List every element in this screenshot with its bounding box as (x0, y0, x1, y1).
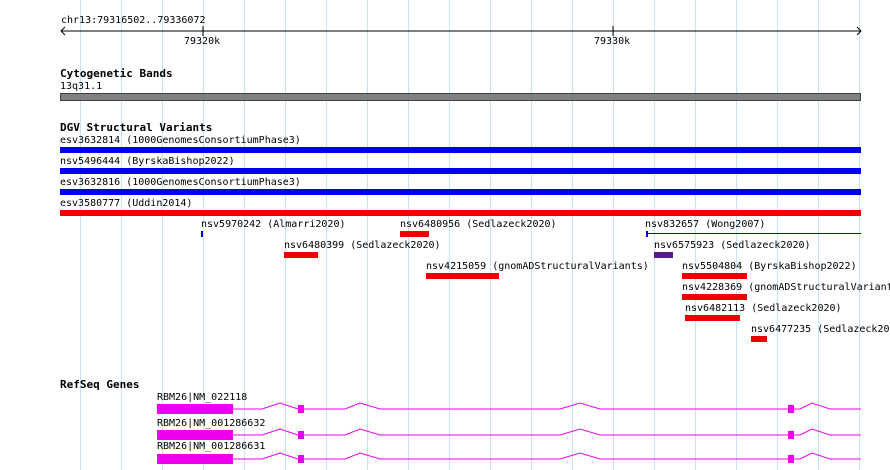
gene-model-nm-001286631 (157, 452, 861, 464)
gene-models[interactable] (0, 0, 890, 470)
gene-model-nm-001286632 (157, 428, 861, 440)
gene-model-nm-022118 (157, 402, 861, 414)
